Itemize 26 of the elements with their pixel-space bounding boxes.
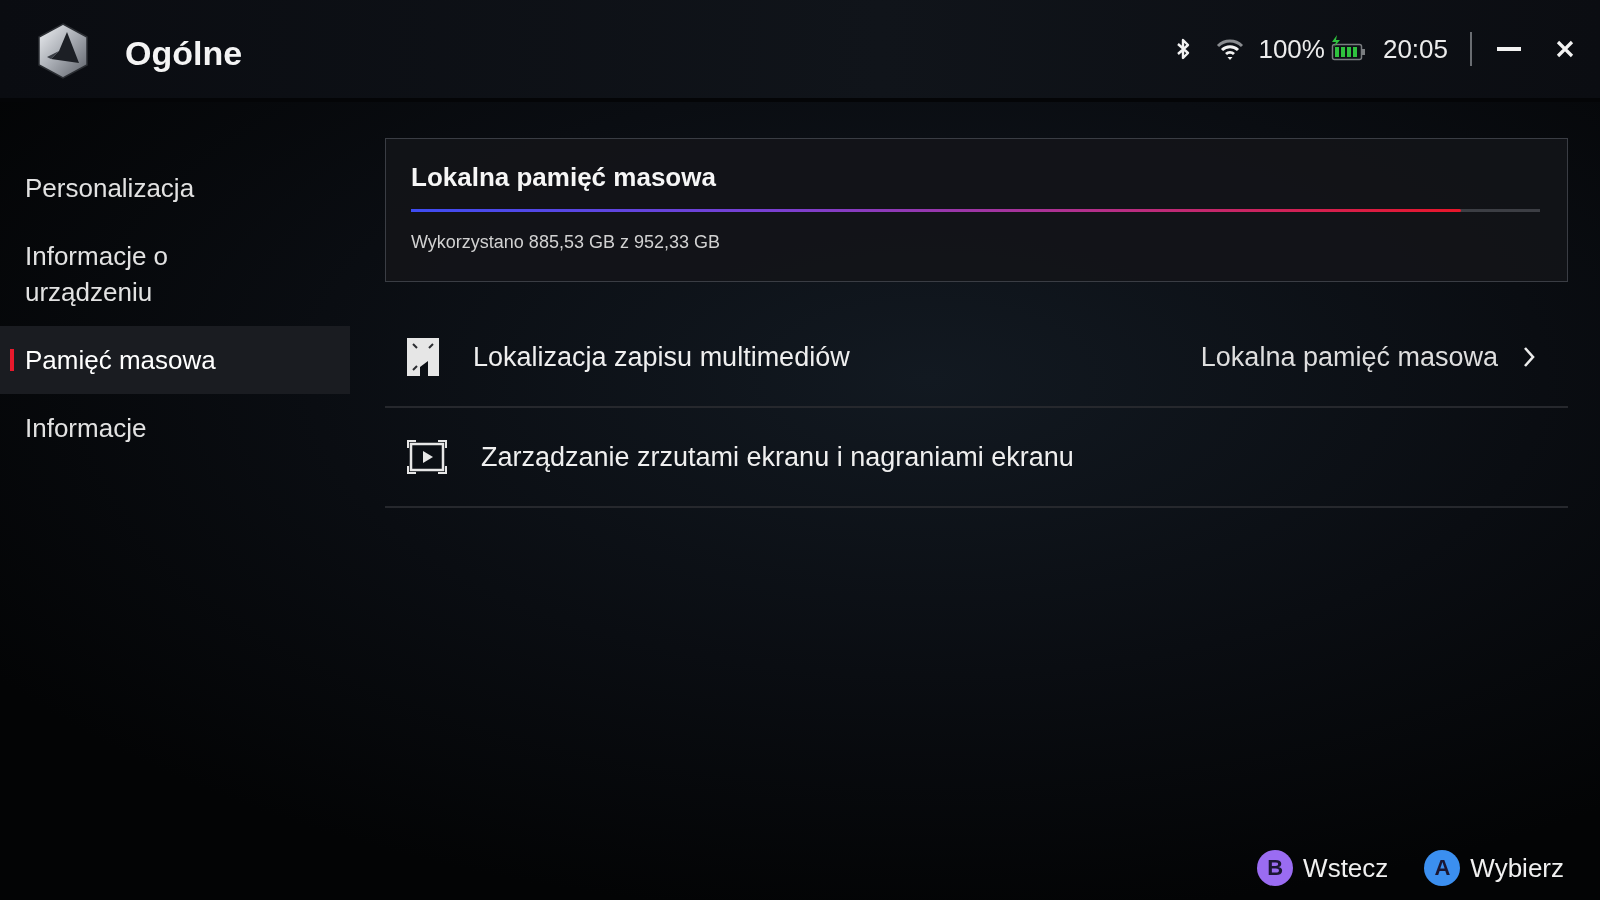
storage-title: Lokalna pamięć masowa	[411, 161, 717, 194]
wifi-icon	[1216, 38, 1245, 60]
storage-location-icon	[407, 338, 439, 376]
setting-row[interactable]: Lokalizacja zapisu multimediów Lokalna pamięć masowa	[385, 308, 1568, 408]
setting-row[interactable]: Zarządzanie zrzutami ekranu i nagraniami ekranu	[385, 408, 1568, 508]
chevron-right-icon	[1522, 345, 1536, 369]
battery-charging-icon	[1330, 35, 1367, 63]
hexagon-logo	[37, 23, 89, 79]
gamepad-key: B	[1257, 850, 1294, 886]
minimize-icon	[1497, 47, 1521, 51]
storage-usage-text: Wykorzystano 885,53 GB z 952,33 GB	[411, 231, 721, 254]
setting-value: Lokalna pamięć masowa	[1200, 341, 1498, 373]
sidebar-item[interactable]: Pamięć masowa	[0, 326, 350, 394]
footer-hint[interactable]: A Wybierz	[1424, 850, 1564, 886]
battery-percent: 100%	[1258, 33, 1325, 65]
sidebar-item[interactable]: Informacje o urządzeniu	[0, 222, 350, 326]
page-title: Ogólne	[125, 33, 243, 73]
screen-recording-icon	[407, 440, 447, 474]
bluetooth-icon	[1176, 37, 1191, 61]
sidebar-item[interactable]: Personalizacja	[0, 154, 350, 222]
close-icon	[1556, 40, 1574, 58]
sidebar-item[interactable]: Informacje	[0, 394, 350, 462]
gamepad-key: A	[1424, 850, 1461, 886]
clock-time: 20:05	[1382, 33, 1448, 65]
selection-bar-icon	[10, 349, 14, 371]
footer-hint[interactable]: B Wstecz	[1257, 850, 1389, 886]
